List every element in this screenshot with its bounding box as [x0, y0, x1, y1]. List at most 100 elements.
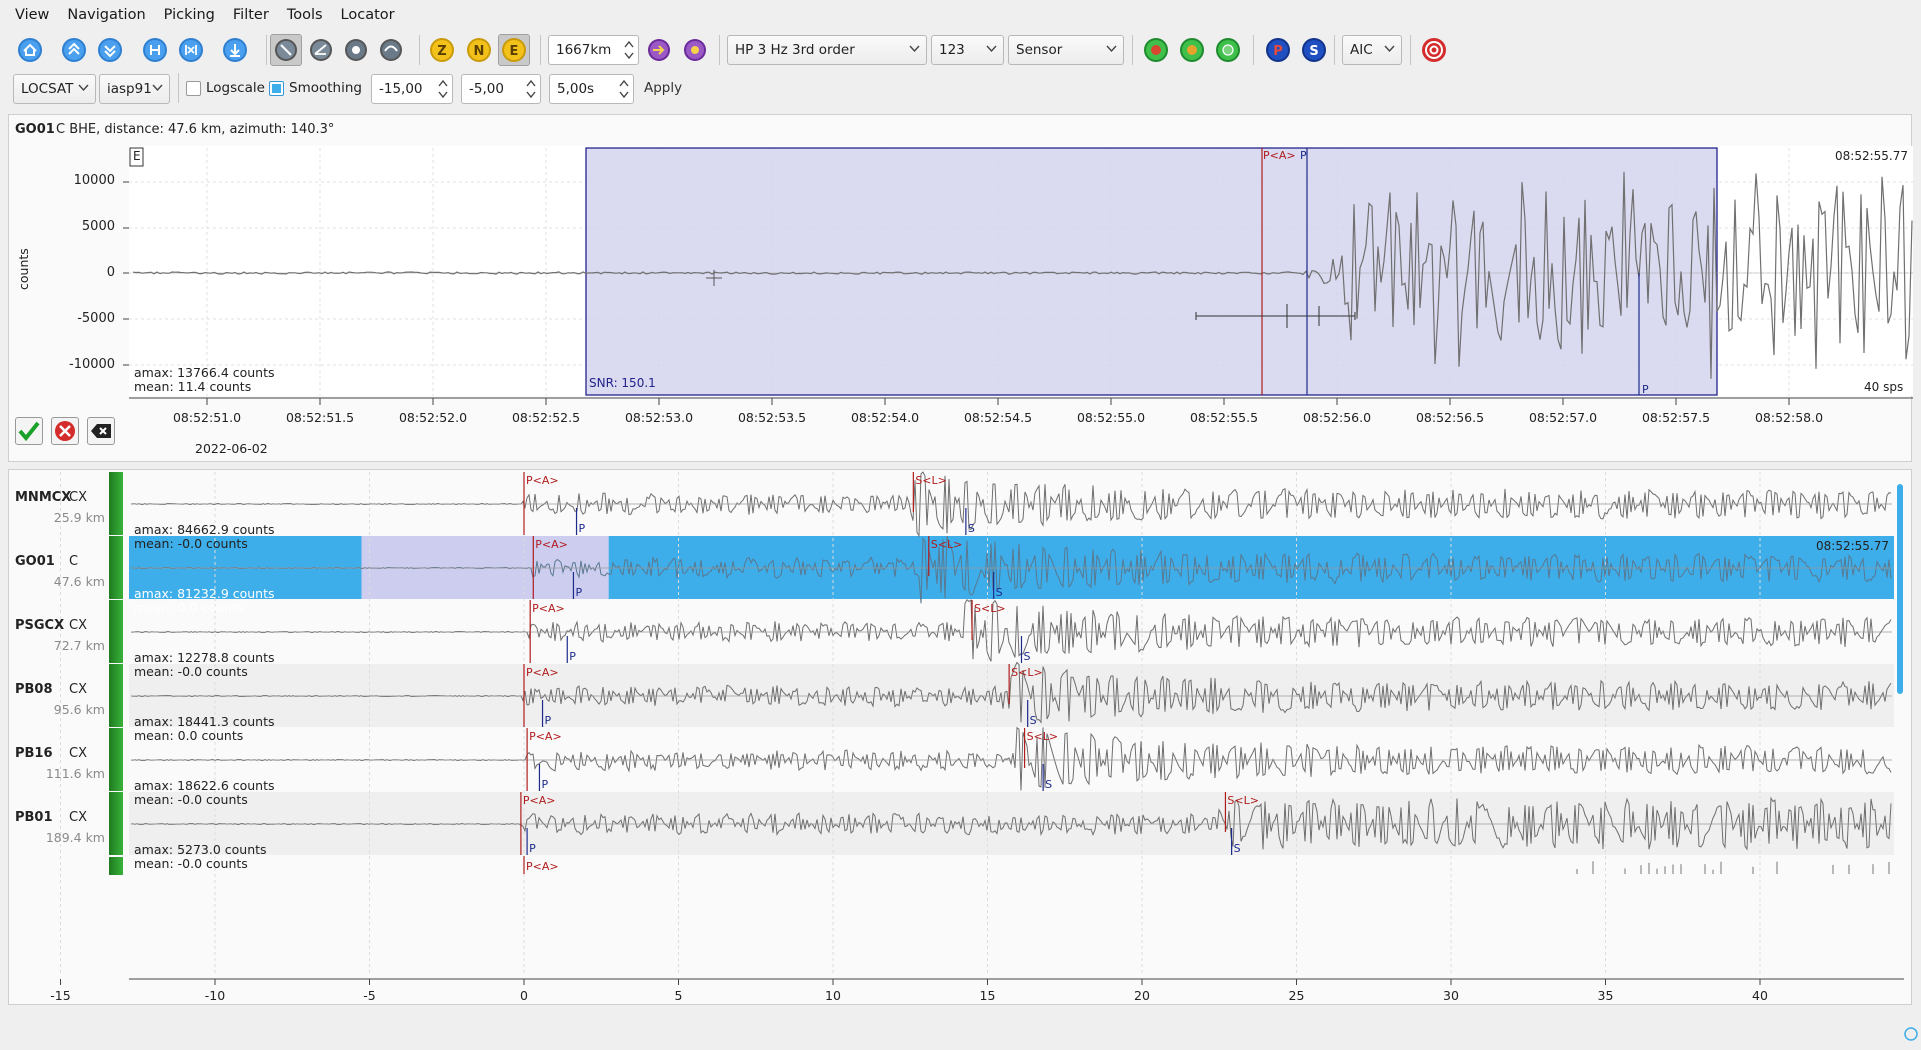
- trace-row-label-go01[interactable]: GO01 C 47.6 km: [9, 536, 129, 599]
- post-time-spinbox[interactable]: -5,00: [461, 74, 541, 104]
- delete-pick-button[interactable]: [87, 417, 115, 445]
- reject-pick-button[interactable]: [51, 417, 79, 445]
- resize-grip-icon[interactable]: [1903, 1026, 1919, 1042]
- menu-locator[interactable]: Locator: [332, 7, 404, 23]
- post-time-value: -5,00: [469, 81, 504, 97]
- menu-view[interactable]: View: [6, 7, 58, 23]
- channel-combo[interactable]: 123: [931, 35, 1004, 65]
- logscale-box[interactable]: [186, 80, 201, 96]
- component-e-label: E: [510, 44, 519, 59]
- relocate-icon: [1216, 38, 1240, 62]
- network-code: CX: [69, 618, 87, 633]
- menu-navigation[interactable]: Navigation: [58, 7, 154, 23]
- component-z-icon: Z: [430, 38, 454, 62]
- station-sort-icon: [684, 39, 706, 61]
- network-code: CX: [69, 682, 87, 697]
- picker-window: View Navigation Picking Filter Tools Loc…: [0, 0, 1921, 1050]
- pick-relocate-button[interactable]: [1214, 36, 1242, 64]
- phase-s-button[interactable]: S: [1300, 36, 1328, 64]
- toolbar-separator: [266, 35, 267, 65]
- zoom-waveform-plot[interactable]: 08:52:51.0 08:52:51.5 08:52:52.0 08:52:52.5…: [9, 115, 1913, 463]
- scroll-down-button[interactable]: [96, 36, 124, 64]
- spectrum-button[interactable]: [342, 36, 370, 64]
- distance-value: 1667km: [556, 42, 612, 58]
- pick-p-set-button[interactable]: [1142, 36, 1170, 64]
- pre-time-spinbox[interactable]: -15,00: [371, 74, 453, 104]
- pick-s-icon: [1180, 38, 1204, 62]
- sample-rate-label: 40 sps: [1864, 380, 1904, 394]
- s-theoretical-label: S: [1030, 714, 1037, 727]
- nearest-station-button[interactable]: [645, 36, 673, 64]
- logscale-checkbox[interactable]: Logscale: [186, 80, 265, 96]
- expand-button[interactable]: [141, 36, 169, 64]
- phase-p-button[interactable]: P: [1264, 36, 1292, 64]
- s-pick-label: S<L>: [1027, 730, 1059, 743]
- x-tick-label: 20: [1134, 988, 1150, 1003]
- distance-spinbox[interactable]: 1667km: [548, 35, 639, 65]
- x-tick-label: 40: [1752, 988, 1768, 1003]
- trace-row-label-pb08[interactable]: PB08 CX 95.6 km: [9, 664, 129, 727]
- smoothing-box[interactable]: [269, 80, 284, 96]
- p-theoretical-label: P: [569, 650, 576, 663]
- menu-picking[interactable]: Picking: [155, 7, 224, 23]
- component-z-button[interactable]: Z: [428, 36, 456, 64]
- component-n-label: N: [474, 44, 485, 59]
- chevron-down-icon: [1106, 45, 1117, 53]
- spin-arrows-icon: [526, 79, 536, 99]
- menu-filter[interactable]: Filter: [224, 7, 278, 23]
- home-button[interactable]: [16, 36, 44, 64]
- component-mode-combo[interactable]: Sensor: [1008, 35, 1124, 65]
- pick-selection-window[interactable]: [585, 147, 1718, 396]
- trace-mean: mean: -0.0 counts: [134, 664, 248, 679]
- x-tick-label: 25: [1289, 988, 1305, 1003]
- station-arrow-icon: [648, 39, 670, 61]
- locator-combo[interactable]: LOCSAT: [13, 74, 96, 104]
- align-button[interactable]: [221, 36, 249, 64]
- accept-pick-button[interactable]: [15, 417, 43, 445]
- measure-button[interactable]: [307, 36, 335, 64]
- trace-row-label-psgcx[interactable]: PSGCX CX 72.7 km: [9, 600, 129, 663]
- model-combo[interactable]: iasp91: [99, 74, 170, 104]
- toolbar-separator: [419, 35, 420, 65]
- length-value: 5,00s: [557, 81, 595, 97]
- p-auto-label: P<A>: [535, 538, 568, 551]
- x-tick-label: 08:52:54.5: [964, 410, 1032, 425]
- length-spinbox[interactable]: 5,00s: [549, 74, 634, 104]
- component-n-icon: N: [467, 38, 491, 62]
- filter-combo[interactable]: HP 3 Hz 3rd order: [727, 35, 927, 65]
- x-tick-label: 08:52:51.5: [286, 410, 354, 425]
- smoothing-checkbox[interactable]: Smoothing: [269, 80, 362, 96]
- menu-bar: View Navigation Picking Filter Tools Loc…: [0, 0, 1921, 30]
- component-n-button[interactable]: N: [465, 36, 493, 64]
- station-sort-button[interactable]: [681, 36, 709, 64]
- polarization-button[interactable]: [377, 36, 405, 64]
- phase-p-icon: P: [1266, 38, 1290, 62]
- scroll-up-button[interactable]: [60, 36, 88, 64]
- picker-combo[interactable]: AIC: [1342, 35, 1402, 65]
- align-icon: [223, 38, 247, 62]
- expand-icon: [143, 38, 167, 62]
- x-tick-label: 08:52:53.5: [738, 410, 806, 425]
- target-button[interactable]: [1420, 36, 1448, 64]
- station-code: PB08: [15, 682, 53, 697]
- filter-value: HP 3 Hz 3rd order: [735, 42, 855, 58]
- trace-row-bg[interactable]: [129, 600, 1894, 663]
- p-theoretical-label: P: [541, 778, 548, 791]
- pick-s-set-button[interactable]: [1178, 36, 1206, 64]
- trace-row-label-pb01[interactable]: PB01 CX 189.4 km: [9, 792, 129, 855]
- x-tick-label: 5: [675, 988, 683, 1003]
- vertical-scrollbar[interactable]: [1897, 484, 1903, 694]
- x-tick-label: 08:52:54.0: [851, 410, 919, 425]
- trace-list-plot[interactable]: P<A> S<L> P S P<A> S<L> P S 08:52:55.77 P<A> S<L> P…: [9, 470, 1913, 1006]
- pick-mode-button[interactable]: [270, 34, 302, 66]
- menu-tools[interactable]: Tools: [278, 7, 332, 23]
- apply-button[interactable]: Apply: [644, 80, 682, 96]
- component-e-button[interactable]: E: [498, 34, 530, 66]
- x-tick-label: 10: [825, 988, 841, 1003]
- trace-row-label-mnmcx[interactable]: MNMCX CX 25.9 km: [9, 472, 129, 535]
- fit-button[interactable]: [177, 36, 205, 64]
- close-icon: [55, 421, 75, 441]
- network-code: CX: [69, 490, 87, 505]
- trace-row-label-pb16[interactable]: PB16 CX 111.6 km: [9, 728, 129, 791]
- arrows-down-icon: [98, 38, 122, 62]
